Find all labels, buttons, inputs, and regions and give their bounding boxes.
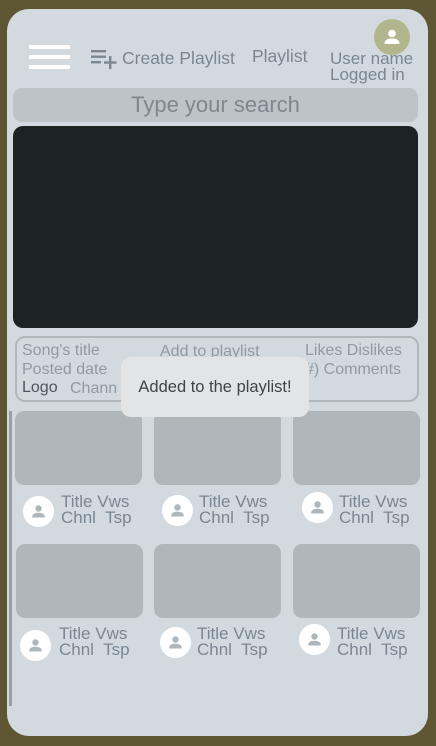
video-channel[interactable]: Chnl bbox=[339, 508, 374, 527]
channel-avatar[interactable] bbox=[160, 627, 191, 658]
video-channel[interactable]: Chnl bbox=[59, 640, 94, 659]
playlist-link[interactable]: Playlist bbox=[252, 46, 307, 67]
video-thumbnail[interactable] bbox=[15, 411, 142, 485]
channel-logo[interactable]: Logo bbox=[22, 379, 58, 397]
search-input[interactable] bbox=[13, 88, 418, 122]
user-icon bbox=[311, 501, 324, 514]
likes-dislikes[interactable]: Likes Dislikes bbox=[305, 342, 402, 360]
video-timestamp: Tsp bbox=[241, 640, 268, 659]
channel-avatar[interactable] bbox=[299, 624, 330, 655]
toast-notification: Added to the playlist! bbox=[121, 357, 309, 417]
video-meta: Title Vws Chnl Tsp bbox=[337, 625, 408, 659]
channel-avatar[interactable] bbox=[20, 630, 51, 661]
channel-avatar[interactable] bbox=[23, 496, 54, 527]
posted-date: Posted date bbox=[22, 361, 108, 378]
video-meta: Title Vws Chnl Tsp bbox=[199, 493, 270, 527]
video-thumbnail[interactable] bbox=[293, 544, 420, 618]
user-icon bbox=[32, 505, 45, 518]
video-timestamp: Tsp bbox=[243, 508, 270, 527]
scrollbar[interactable] bbox=[9, 411, 12, 706]
comments-link[interactable]: #) Comments bbox=[305, 361, 401, 379]
channel-avatar[interactable] bbox=[302, 492, 333, 523]
video-meta: Title Vws Chnl Tsp bbox=[61, 493, 132, 527]
video-timestamp: Tsp bbox=[381, 640, 408, 659]
video-thumbnail[interactable] bbox=[16, 544, 143, 618]
video-timestamp: Tsp bbox=[383, 508, 410, 527]
user-icon bbox=[384, 29, 400, 44]
video-channel[interactable]: Chnl bbox=[197, 640, 232, 659]
channel-name[interactable]: Chann bbox=[70, 380, 117, 398]
video-channel[interactable]: Chnl bbox=[61, 508, 96, 527]
video-meta: Title Vws Chnl Tsp bbox=[197, 625, 268, 659]
user-icon bbox=[171, 504, 184, 517]
video-channel[interactable]: Chnl bbox=[337, 640, 372, 659]
user-status: User name Logged in bbox=[330, 50, 428, 84]
video-thumbnail[interactable] bbox=[293, 411, 420, 485]
video-channel[interactable]: Chnl bbox=[199, 508, 234, 527]
playlist-add-icon bbox=[91, 50, 117, 69]
video-thumbnail[interactable] bbox=[154, 544, 281, 618]
video-meta: Title Vws Chnl Tsp bbox=[339, 493, 410, 527]
video-player[interactable] bbox=[13, 126, 418, 328]
video-thumbnail[interactable] bbox=[154, 411, 281, 485]
video-meta: Title Vws Chnl Tsp bbox=[59, 625, 130, 659]
song-title: Song's title bbox=[22, 342, 100, 359]
user-icon bbox=[29, 639, 42, 652]
user-icon bbox=[308, 633, 321, 646]
channel-avatar[interactable] bbox=[162, 495, 193, 526]
menu-icon[interactable] bbox=[29, 43, 70, 73]
logged-in-text: Logged in bbox=[330, 65, 405, 84]
create-playlist-label: Create Playlist bbox=[122, 47, 235, 68]
create-playlist-button[interactable]: Create Playlist bbox=[90, 46, 235, 70]
video-timestamp: Tsp bbox=[105, 508, 132, 527]
app-screen: Create Playlist Playlist User name Logge… bbox=[7, 9, 428, 736]
user-icon bbox=[169, 636, 182, 649]
video-timestamp: Tsp bbox=[103, 640, 130, 659]
